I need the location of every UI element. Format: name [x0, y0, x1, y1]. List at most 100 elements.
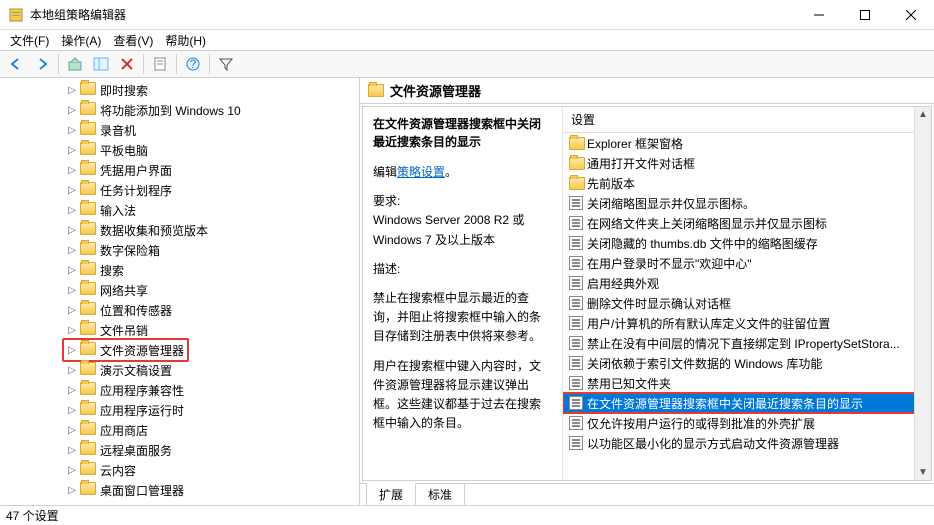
- scrollbar[interactable]: ▲ ▼: [914, 107, 931, 480]
- expand-icon[interactable]: ▷: [66, 404, 78, 416]
- tree-item[interactable]: ▷ 应用程序运行时: [66, 400, 359, 420]
- list-header[interactable]: 设置: [563, 107, 931, 133]
- list-item[interactable]: 关闭隐藏的 thumbs.db 文件中的缩略图缓存: [563, 233, 931, 253]
- settings-list[interactable]: 设置 Explorer 框架窗格通用打开文件对话框先前版本关闭缩略图显示并仅显示…: [563, 107, 931, 480]
- tree-item[interactable]: ▷应用程序兼容性: [66, 380, 359, 400]
- list-item[interactable]: 启用经典外观: [563, 273, 931, 293]
- expand-icon[interactable]: ▷: [66, 184, 78, 196]
- expand-icon[interactable]: ▷: [66, 284, 78, 296]
- close-button[interactable]: [888, 0, 934, 30]
- folder-icon: [569, 137, 585, 150]
- tree-item[interactable]: ▷数据收集和预览版本: [66, 220, 359, 240]
- expand-icon[interactable]: ▷: [66, 204, 78, 216]
- tree-item-label: 远程桌面服务: [100, 442, 172, 459]
- expand-icon[interactable]: ▷: [66, 484, 78, 496]
- tree-item[interactable]: ▷平板电脑: [66, 140, 359, 160]
- tree-item[interactable]: ▷任务计划程序: [66, 180, 359, 200]
- expand-icon[interactable]: ▷: [66, 364, 78, 376]
- window-title: 本地组策略编辑器: [30, 6, 796, 23]
- tree-item[interactable]: ▷即时搜索: [66, 80, 359, 100]
- expand-icon[interactable]: ▷: [66, 344, 78, 356]
- content-header: 文件资源管理器: [360, 78, 934, 104]
- setting-icon: [569, 216, 583, 230]
- expand-icon[interactable]: ▷: [66, 104, 78, 116]
- tree-item-label: 录音机: [100, 122, 136, 139]
- menu-view[interactable]: 查看(V): [107, 30, 159, 51]
- list-item[interactable]: 禁用已知文件夹: [563, 373, 931, 393]
- setting-icon: [569, 356, 583, 370]
- expand-icon[interactable]: ▷: [66, 244, 78, 256]
- filter-button[interactable]: [214, 52, 238, 76]
- list-item[interactable]: 以功能区最小化的显示方式启动文件资源管理器: [563, 433, 931, 453]
- expand-icon[interactable]: ▷: [66, 124, 78, 136]
- tree-item[interactable]: ▷应用商店: [66, 420, 359, 440]
- scroll-up-icon[interactable]: ▲: [918, 109, 928, 120]
- list-item[interactable]: Explorer 框架窗格: [563, 133, 931, 153]
- tree-item[interactable]: ▷输入法: [66, 200, 359, 220]
- list-item[interactable]: 仅允许按用户运行的或得到批准的外壳扩展: [563, 413, 931, 433]
- show-tree-button[interactable]: [89, 52, 113, 76]
- expand-icon[interactable]: ▷: [66, 304, 78, 316]
- expand-icon[interactable]: ▷: [66, 384, 78, 396]
- expand-icon[interactable]: ▷: [66, 84, 78, 96]
- up-button[interactable]: [63, 52, 87, 76]
- tree-item[interactable]: ▷ 网络共享: [66, 280, 359, 300]
- tree-item-label: 文件资源管理器: [100, 342, 184, 359]
- list-item-label: 关闭依赖于索引文件数据的 Windows 库功能: [587, 355, 822, 372]
- expand-icon[interactable]: ▷: [66, 164, 78, 176]
- list-item[interactable]: 关闭缩略图显示并仅显示图标。: [563, 193, 931, 213]
- list-item[interactable]: 在文件资源管理器搜索框中关闭最近搜索条目的显示: [563, 393, 931, 413]
- expand-icon[interactable]: ▷: [66, 144, 78, 156]
- status-bar: 47 个设置: [0, 505, 934, 525]
- menu-help[interactable]: 帮助(H): [159, 30, 212, 51]
- folder-icon: [80, 282, 96, 298]
- maximize-button[interactable]: [842, 0, 888, 30]
- delete-button[interactable]: [115, 52, 139, 76]
- tree-item-label: 应用程序运行时: [100, 402, 184, 419]
- list-item[interactable]: 禁止在没有中间层的情况下直接绑定到 IPropertySetStora...: [563, 333, 931, 353]
- tree-item[interactable]: ▷ 文件资源管理器: [66, 340, 359, 360]
- list-item[interactable]: 用户/计算机的所有默认库定义文件的驻留位置: [563, 313, 931, 333]
- list-item[interactable]: 通用打开文件对话框: [563, 153, 931, 173]
- tree-item[interactable]: ▷桌面窗口管理器: [66, 480, 359, 500]
- tree-item[interactable]: ▷文件吊销: [66, 320, 359, 340]
- help-button[interactable]: ?: [181, 52, 205, 76]
- menu-action[interactable]: 操作(A): [55, 30, 107, 51]
- tree-item-label: 网络共享: [100, 282, 148, 299]
- tree-item[interactable]: ▷演示文稿设置: [66, 360, 359, 380]
- expand-icon[interactable]: ▷: [66, 224, 78, 236]
- tree-item[interactable]: ▷搜索: [66, 260, 359, 280]
- tree-pane[interactable]: ▷即时搜索▷将功能添加到 Windows 10▷录音机▷平板电脑▷凭据用户界面▷…: [0, 78, 360, 505]
- list-item[interactable]: 在用户登录时不显示"欢迎中心": [563, 253, 931, 273]
- forward-button[interactable]: [30, 52, 54, 76]
- scroll-down-icon[interactable]: ▼: [918, 467, 928, 478]
- expand-icon[interactable]: ▷: [66, 464, 78, 476]
- tree-item[interactable]: ▷将功能添加到 Windows 10: [66, 100, 359, 120]
- expand-icon[interactable]: ▷: [66, 424, 78, 436]
- properties-button[interactable]: [148, 52, 172, 76]
- setting-icon: [569, 376, 583, 390]
- list-item-label: 通用打开文件对话框: [587, 155, 695, 172]
- list-item[interactable]: 删除文件时显示确认对话框: [563, 293, 931, 313]
- tree-item[interactable]: ▷凭据用户界面: [66, 160, 359, 180]
- edit-policy-link[interactable]: 策略设置: [397, 165, 445, 179]
- menu-bar: 文件(F) 操作(A) 查看(V) 帮助(H): [0, 30, 934, 50]
- tree-item[interactable]: ▷位置和传感器: [66, 300, 359, 320]
- list-item-label: Explorer 框架窗格: [587, 135, 683, 152]
- expand-icon[interactable]: ▷: [66, 264, 78, 276]
- tab-standard[interactable]: 标准: [415, 484, 465, 505]
- list-item[interactable]: 先前版本: [563, 173, 931, 193]
- tree-item[interactable]: ▷云内容: [66, 460, 359, 480]
- tree-item[interactable]: ▷数字保险箱: [66, 240, 359, 260]
- tree-item[interactable]: ▷ 录音机: [66, 120, 359, 140]
- back-button[interactable]: [4, 52, 28, 76]
- expand-icon[interactable]: ▷: [66, 324, 78, 336]
- tab-extended[interactable]: 扩展: [366, 483, 416, 505]
- expand-icon[interactable]: ▷: [66, 444, 78, 456]
- list-item[interactable]: 在网络文件夹上关闭缩略图显示并仅显示图标: [563, 213, 931, 233]
- menu-file[interactable]: 文件(F): [4, 30, 55, 51]
- folder-icon: [80, 342, 96, 358]
- minimize-button[interactable]: [796, 0, 842, 30]
- tree-item[interactable]: ▷ 远程桌面服务: [66, 440, 359, 460]
- list-item[interactable]: 关闭依赖于索引文件数据的 Windows 库功能: [563, 353, 931, 373]
